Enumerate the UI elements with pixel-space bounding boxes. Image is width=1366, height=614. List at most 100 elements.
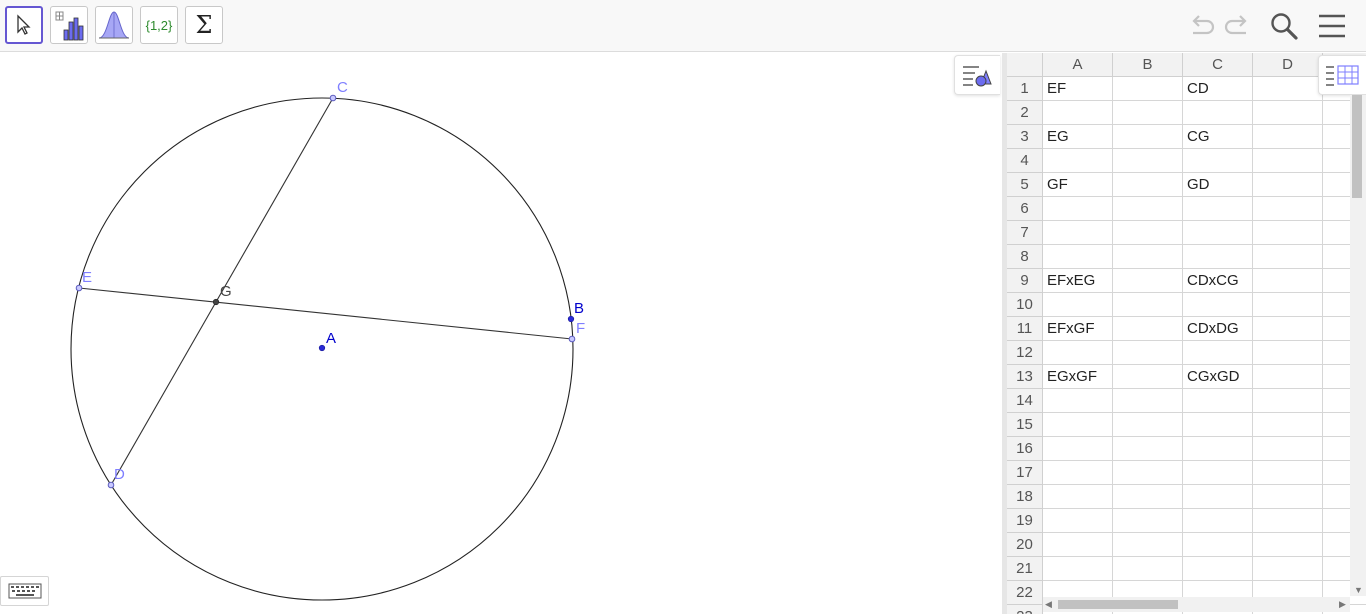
cell-d9[interactable] <box>1253 269 1323 293</box>
cell-a19[interactable] <box>1043 509 1113 533</box>
cell-c10[interactable] <box>1183 293 1253 317</box>
cell-b19[interactable] <box>1113 509 1183 533</box>
cell-a15[interactable] <box>1043 413 1113 437</box>
cell-c16[interactable] <box>1183 437 1253 461</box>
row-header[interactable]: 3 <box>1007 125 1043 149</box>
cell-b7[interactable] <box>1113 221 1183 245</box>
row-header[interactable]: 6 <box>1007 197 1043 221</box>
row-header[interactable]: 7 <box>1007 221 1043 245</box>
vertical-scrollbar[interactable]: ▼ <box>1350 95 1366 596</box>
spreadsheet-style-bar-button[interactable] <box>1318 55 1366 95</box>
cell-d21[interactable] <box>1253 557 1323 581</box>
cell-b2[interactable] <box>1113 101 1183 125</box>
cell-c18[interactable] <box>1183 485 1253 509</box>
row-header[interactable]: 19 <box>1007 509 1043 533</box>
cell-c6[interactable] <box>1183 197 1253 221</box>
row-header[interactable]: 4 <box>1007 149 1043 173</box>
scroll-down-arrow[interactable]: ▼ <box>1354 585 1363 595</box>
cell-b20[interactable] <box>1113 533 1183 557</box>
cell-b6[interactable] <box>1113 197 1183 221</box>
cell-d20[interactable] <box>1253 533 1323 557</box>
cell-d1[interactable] <box>1253 77 1323 101</box>
style-bar-toggle-button[interactable] <box>954 55 1000 95</box>
search-button[interactable] <box>1268 10 1300 42</box>
cell-c8[interactable] <box>1183 245 1253 269</box>
cell-a5[interactable]: GF <box>1043 173 1113 197</box>
cell-a1[interactable]: EF <box>1043 77 1113 101</box>
cell-a14[interactable] <box>1043 389 1113 413</box>
cell-d19[interactable] <box>1253 509 1323 533</box>
cell-d13[interactable] <box>1253 365 1323 389</box>
row-header[interactable]: 5 <box>1007 173 1043 197</box>
cell-a17[interactable] <box>1043 461 1113 485</box>
list-tool-button[interactable]: {1,2} <box>140 6 178 44</box>
cell-a3[interactable]: EG <box>1043 125 1113 149</box>
point-d[interactable] <box>107 481 115 489</box>
row-header[interactable]: 12 <box>1007 341 1043 365</box>
cell-b14[interactable] <box>1113 389 1183 413</box>
cell-c13[interactable]: CGxGD <box>1183 365 1253 389</box>
cell-b18[interactable] <box>1113 485 1183 509</box>
cell-c11[interactable]: CDxDG <box>1183 317 1253 341</box>
cell-c7[interactable] <box>1183 221 1253 245</box>
one-variable-analysis-button[interactable] <box>50 6 88 44</box>
cell-d7[interactable] <box>1253 221 1323 245</box>
cell-a18[interactable] <box>1043 485 1113 509</box>
cell-d10[interactable] <box>1253 293 1323 317</box>
cell-d14[interactable] <box>1253 389 1323 413</box>
cell-b12[interactable] <box>1113 341 1183 365</box>
main-menu-button[interactable] <box>1316 10 1348 42</box>
cell-b21[interactable] <box>1113 557 1183 581</box>
cell-d15[interactable] <box>1253 413 1323 437</box>
cell-b4[interactable] <box>1113 149 1183 173</box>
cell-d12[interactable] <box>1253 341 1323 365</box>
cell-b10[interactable] <box>1113 293 1183 317</box>
point-a[interactable] <box>318 344 326 352</box>
cell-b9[interactable] <box>1113 269 1183 293</box>
column-header-b[interactable]: B <box>1113 53 1183 77</box>
graphics-view[interactable]: A B C D E F G <box>0 53 1002 614</box>
cell-c9[interactable]: CDxCG <box>1183 269 1253 293</box>
cell-b5[interactable] <box>1113 173 1183 197</box>
cell-d5[interactable] <box>1253 173 1323 197</box>
cell-b11[interactable] <box>1113 317 1183 341</box>
cell-c4[interactable] <box>1183 149 1253 173</box>
cell-d8[interactable] <box>1253 245 1323 269</box>
column-header-d[interactable]: D <box>1253 53 1323 77</box>
cell-c15[interactable] <box>1183 413 1253 437</box>
row-header[interactable]: 13 <box>1007 365 1043 389</box>
cell-a6[interactable] <box>1043 197 1113 221</box>
row-header[interactable]: 1 <box>1007 77 1043 101</box>
cell-b16[interactable] <box>1113 437 1183 461</box>
cell-d2[interactable] <box>1253 101 1323 125</box>
row-header[interactable]: 16 <box>1007 437 1043 461</box>
cell-d17[interactable] <box>1253 461 1323 485</box>
cell-a12[interactable] <box>1043 341 1113 365</box>
cell-c12[interactable] <box>1183 341 1253 365</box>
point-f[interactable] <box>568 335 576 343</box>
cell-a2[interactable] <box>1043 101 1113 125</box>
vertical-scrollbar-thumb[interactable] <box>1352 95 1362 198</box>
cell-d16[interactable] <box>1253 437 1323 461</box>
row-header[interactable]: 17 <box>1007 461 1043 485</box>
row-header[interactable]: 2 <box>1007 101 1043 125</box>
cell-a4[interactable] <box>1043 149 1113 173</box>
row-header[interactable]: 20 <box>1007 533 1043 557</box>
geometry-canvas[interactable]: A B C D E F G <box>0 53 1002 614</box>
cell-d18[interactable] <box>1253 485 1323 509</box>
point-e[interactable] <box>75 284 83 292</box>
cell-c1[interactable]: CD <box>1183 77 1253 101</box>
row-header[interactable]: 14 <box>1007 389 1043 413</box>
cell-b17[interactable] <box>1113 461 1183 485</box>
cell-a7[interactable] <box>1043 221 1113 245</box>
redo-button[interactable] <box>1222 10 1254 42</box>
cell-b1[interactable] <box>1113 77 1183 101</box>
cell-d6[interactable] <box>1253 197 1323 221</box>
row-header[interactable]: 15 <box>1007 413 1043 437</box>
keyboard-toggle-button[interactable] <box>0 576 49 606</box>
cell-b3[interactable] <box>1113 125 1183 149</box>
cell-a10[interactable] <box>1043 293 1113 317</box>
cell-c14[interactable] <box>1183 389 1253 413</box>
cell-b8[interactable] <box>1113 245 1183 269</box>
cell-b13[interactable] <box>1113 365 1183 389</box>
